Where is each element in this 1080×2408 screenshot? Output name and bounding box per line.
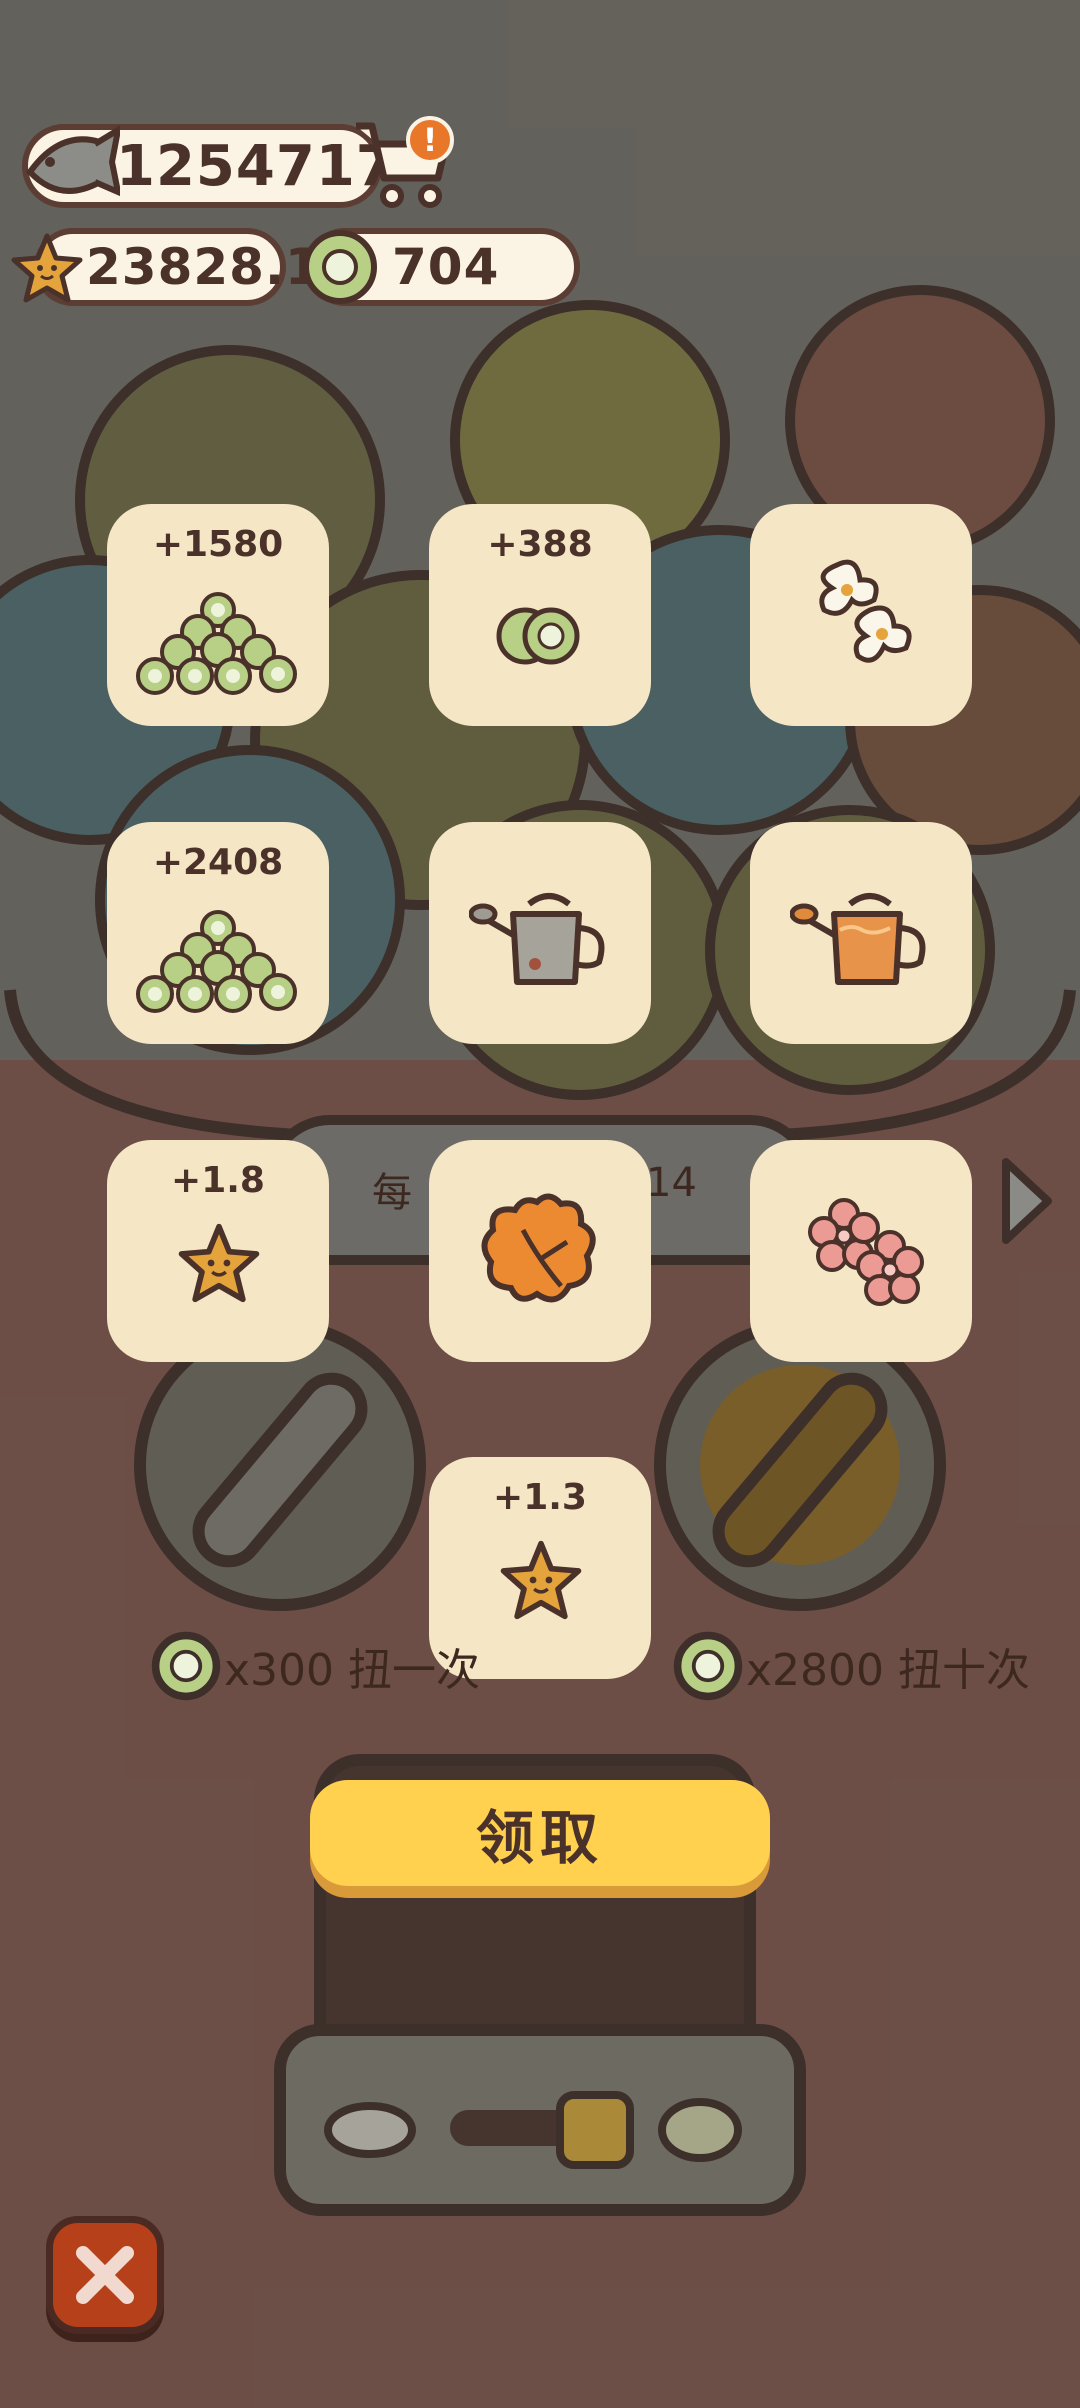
white-flower-sticker-icon bbox=[819, 559, 912, 663]
coin-icon bbox=[303, 230, 377, 304]
star-icon bbox=[500, 1540, 582, 1620]
close-icon bbox=[76, 2246, 134, 2304]
reward-card-coins: +2408 bbox=[107, 822, 329, 1044]
banner-text-left: 每 bbox=[372, 1170, 412, 1216]
fish-icon bbox=[26, 125, 120, 197]
pink-blossom-icon bbox=[808, 1198, 924, 1306]
notification-badge: ! bbox=[406, 116, 454, 164]
reward-card-blossom bbox=[750, 1140, 972, 1362]
claim-button[interactable]: 领取 bbox=[310, 1780, 770, 1886]
banner-text-right: 14 bbox=[646, 1160, 697, 1206]
star-icon bbox=[11, 233, 83, 303]
reward-card-gray-watering-can bbox=[429, 822, 651, 1044]
reward-amount: +1580 bbox=[152, 524, 284, 565]
coin-pile-icon bbox=[136, 592, 297, 695]
coin-icon bbox=[151, 1631, 221, 1701]
single-pull-cost: x300 扭一次 bbox=[148, 1628, 480, 1704]
next-arrow-icon[interactable] bbox=[998, 1156, 1058, 1246]
reward-card-coins: +1580 bbox=[107, 504, 329, 726]
reward-card-coins: +388 bbox=[429, 504, 651, 726]
coin-pile-icon bbox=[136, 910, 297, 1013]
close-button[interactable] bbox=[46, 2216, 164, 2334]
reward-amount: +1.8 bbox=[171, 1160, 265, 1201]
reward-card-star: +1.8 bbox=[107, 1140, 329, 1362]
orange-leaf-icon bbox=[481, 1193, 596, 1303]
reward-amount: +388 bbox=[487, 524, 593, 565]
reward-amount: +2408 bbox=[152, 842, 284, 883]
star-icon bbox=[178, 1223, 260, 1303]
reward-card-leaf bbox=[429, 1140, 651, 1362]
coin-pair-icon bbox=[496, 607, 580, 665]
single-pull-label: x300 扭一次 bbox=[224, 1645, 481, 1696]
reward-card-flower-sticker bbox=[750, 504, 972, 726]
reward-card-orange-watering-can bbox=[750, 822, 972, 1044]
gray-watering-can-icon bbox=[469, 893, 605, 985]
orange-watering-can-icon bbox=[790, 893, 926, 985]
star-count: 23828.1 bbox=[86, 238, 321, 296]
reward-amount: +1.3 bbox=[493, 1477, 587, 1518]
ten-pull-cost: x2800 扭十次 bbox=[670, 1628, 1030, 1704]
ten-pull-label: x2800 扭十次 bbox=[746, 1645, 1031, 1696]
coin-count: 704 bbox=[392, 238, 500, 296]
coin-icon bbox=[673, 1631, 743, 1701]
